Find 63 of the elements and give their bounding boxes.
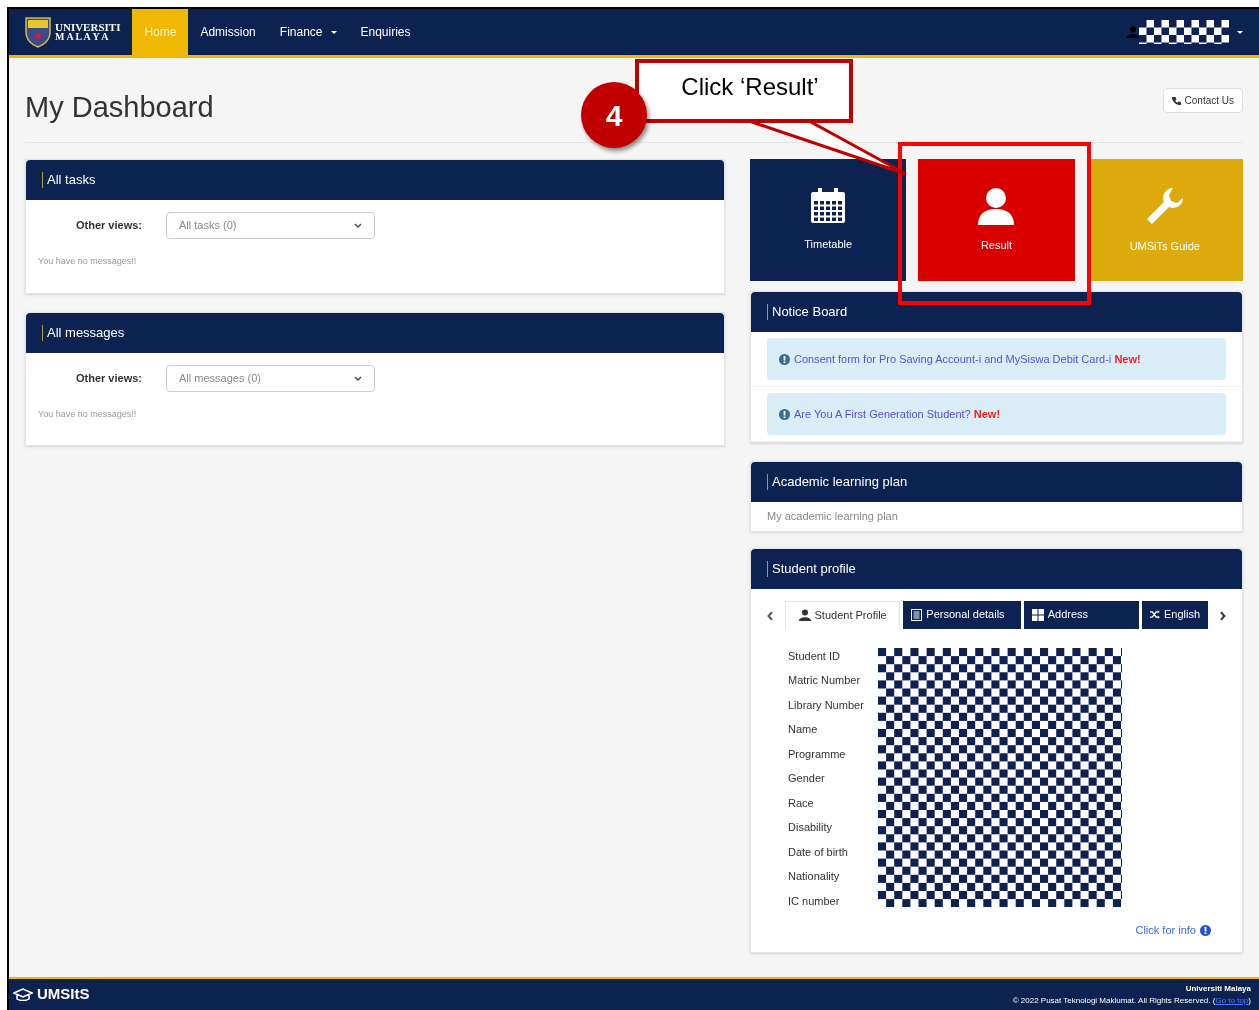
panel-title: All tasks — [47, 171, 96, 190]
info-icon — [779, 408, 790, 420]
field-label: Race — [788, 795, 815, 811]
panel-title: Notice Board — [772, 303, 848, 322]
empty-message: You have no messages!! — [38, 407, 138, 421]
dashboard-tile[interactable]: Result — [918, 159, 1075, 281]
empty-message: You have no messages!! — [38, 255, 138, 268]
notice-link[interactable]: Are You A First Generation Student? New! — [794, 405, 1001, 423]
panel-title: Student profile — [772, 559, 856, 578]
dashboard-tile[interactable]: Timetable — [750, 159, 907, 281]
list-icon — [911, 608, 923, 621]
footer-brand: UMSItS — [37, 984, 90, 1005]
person-icon — [976, 186, 1017, 225]
step-badge: 4 — [581, 82, 647, 148]
panel-title: Academic learning plan — [772, 473, 908, 492]
copyright-text: © 2022 Pusat Teknologi Maklumat. All Rights Reserved. (Go to top) — [1012, 994, 1251, 1007]
caret-icon — [1237, 30, 1243, 34]
info-link[interactable]: Click for info — [1135, 922, 1211, 939]
chevron-left-icon[interactable] — [767, 610, 774, 621]
info-icon — [1200, 924, 1211, 936]
chevron-down-icon — [354, 223, 362, 228]
page-title: My Dashboard — [25, 90, 214, 126]
nav-link[interactable]: Finance — [267, 9, 349, 55]
field-label: Disability — [788, 820, 833, 835]
brand-name: UNIVERSITI — [55, 22, 121, 32]
field-label: Matric Number — [788, 673, 862, 688]
profile-tab[interactable]: Student Profile — [784, 600, 901, 629]
views-dropdown[interactable]: All tasks (0) — [166, 212, 375, 239]
field-label: Nationality — [788, 869, 841, 884]
profile-tab[interactable]: Personal details — [903, 600, 1021, 629]
profile-tab[interactable]: Address — [1023, 600, 1140, 629]
field-label: Name — [788, 722, 819, 737]
chevron-down-icon — [354, 375, 362, 381]
field-label: IC number — [788, 893, 841, 909]
notice-link[interactable]: Consent form for Pro Saving Account-i and MySiswa Debit Card-i New! — [794, 350, 1141, 368]
field-label: Student ID — [788, 648, 841, 664]
profile-tab[interactable]: English — [1142, 600, 1209, 629]
field-label: Date of birth — [788, 844, 849, 860]
crest-icon — [25, 16, 51, 48]
field-label: Gender — [788, 771, 826, 786]
nav-link[interactable]: Enquiries — [348, 9, 423, 55]
contact-button[interactable]: Contact Us — [1162, 87, 1243, 113]
field-label: Other views: — [74, 370, 143, 386]
shuffle-icon — [1150, 609, 1161, 620]
brand-name: M A L A Y A — [55, 32, 110, 42]
panel-title: All messages — [47, 323, 125, 342]
calendar-icon — [810, 187, 847, 224]
chevron-right-icon[interactable] — [1219, 610, 1226, 621]
views-dropdown[interactable]: All messages (0) — [166, 364, 375, 392]
field-label: Other views: — [74, 218, 143, 234]
user-icon — [798, 609, 811, 621]
info-icon — [779, 353, 790, 365]
field-label: Programme — [788, 746, 847, 762]
footer-org: Universiti Malaya — [1185, 982, 1251, 995]
user-icon — [1127, 26, 1139, 38]
plan-text: My academic learning plan — [766, 509, 899, 524]
callout-text: Click ‘Result’ — [681, 72, 819, 102]
graduation-cap-icon — [13, 988, 33, 1001]
phone-icon — [1171, 95, 1181, 105]
nav-link[interactable]: Admission — [188, 9, 268, 55]
caret-icon — [330, 30, 337, 34]
grid-icon — [1031, 608, 1044, 621]
field-label: Library Number — [788, 697, 865, 713]
